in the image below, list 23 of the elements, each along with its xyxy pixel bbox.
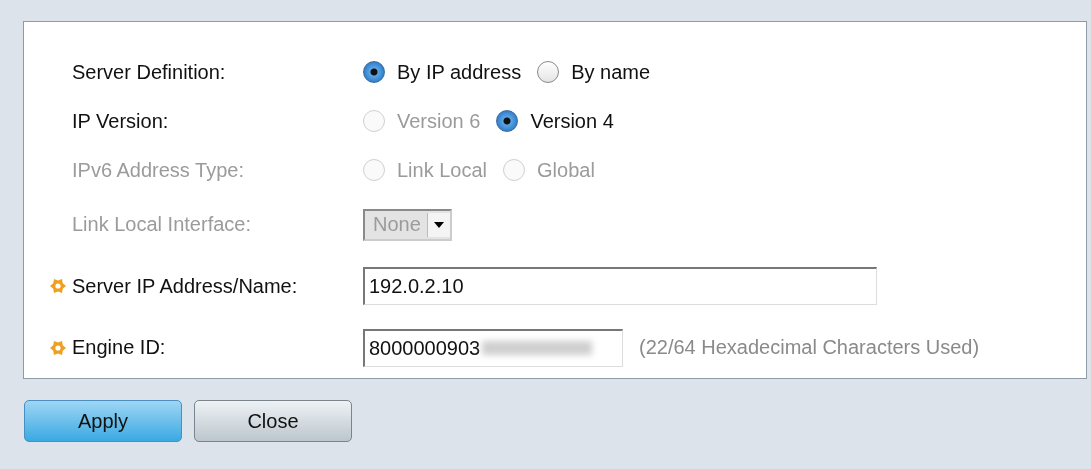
close-button[interactable]: Close [194, 400, 352, 442]
field-label: Engine ID: [72, 336, 166, 360]
input-field[interactable]: 192.0.2.10 [363, 267, 877, 306]
radio-button[interactable] [363, 61, 385, 84]
field-label: Link Local Interface: [72, 213, 251, 237]
option-label: Global [537, 158, 595, 182]
field-label: Server IP Address/Name: [72, 274, 298, 298]
option-label: Version 6 [397, 109, 481, 133]
input-field[interactable]: 8000000903 [363, 328, 623, 367]
option-label: Link Local [397, 158, 488, 182]
option-label: By name [571, 60, 651, 84]
radio-button[interactable] [496, 110, 519, 133]
hint-text: (22/64 Hexadecimal Characters Used) [639, 336, 980, 360]
required-icon [50, 339, 66, 356]
radio-button[interactable] [537, 61, 560, 84]
field-label: Server Definition: [72, 60, 226, 84]
apply-button[interactable]: Apply [24, 400, 182, 442]
option-label: Version 4 [530, 109, 614, 133]
field-label: IP Version: [72, 109, 169, 133]
required-icon [50, 278, 66, 295]
option-label: By IP address [397, 60, 522, 84]
field-label: IPv6 Address Type: [72, 158, 244, 182]
caret-icon [433, 221, 444, 228]
